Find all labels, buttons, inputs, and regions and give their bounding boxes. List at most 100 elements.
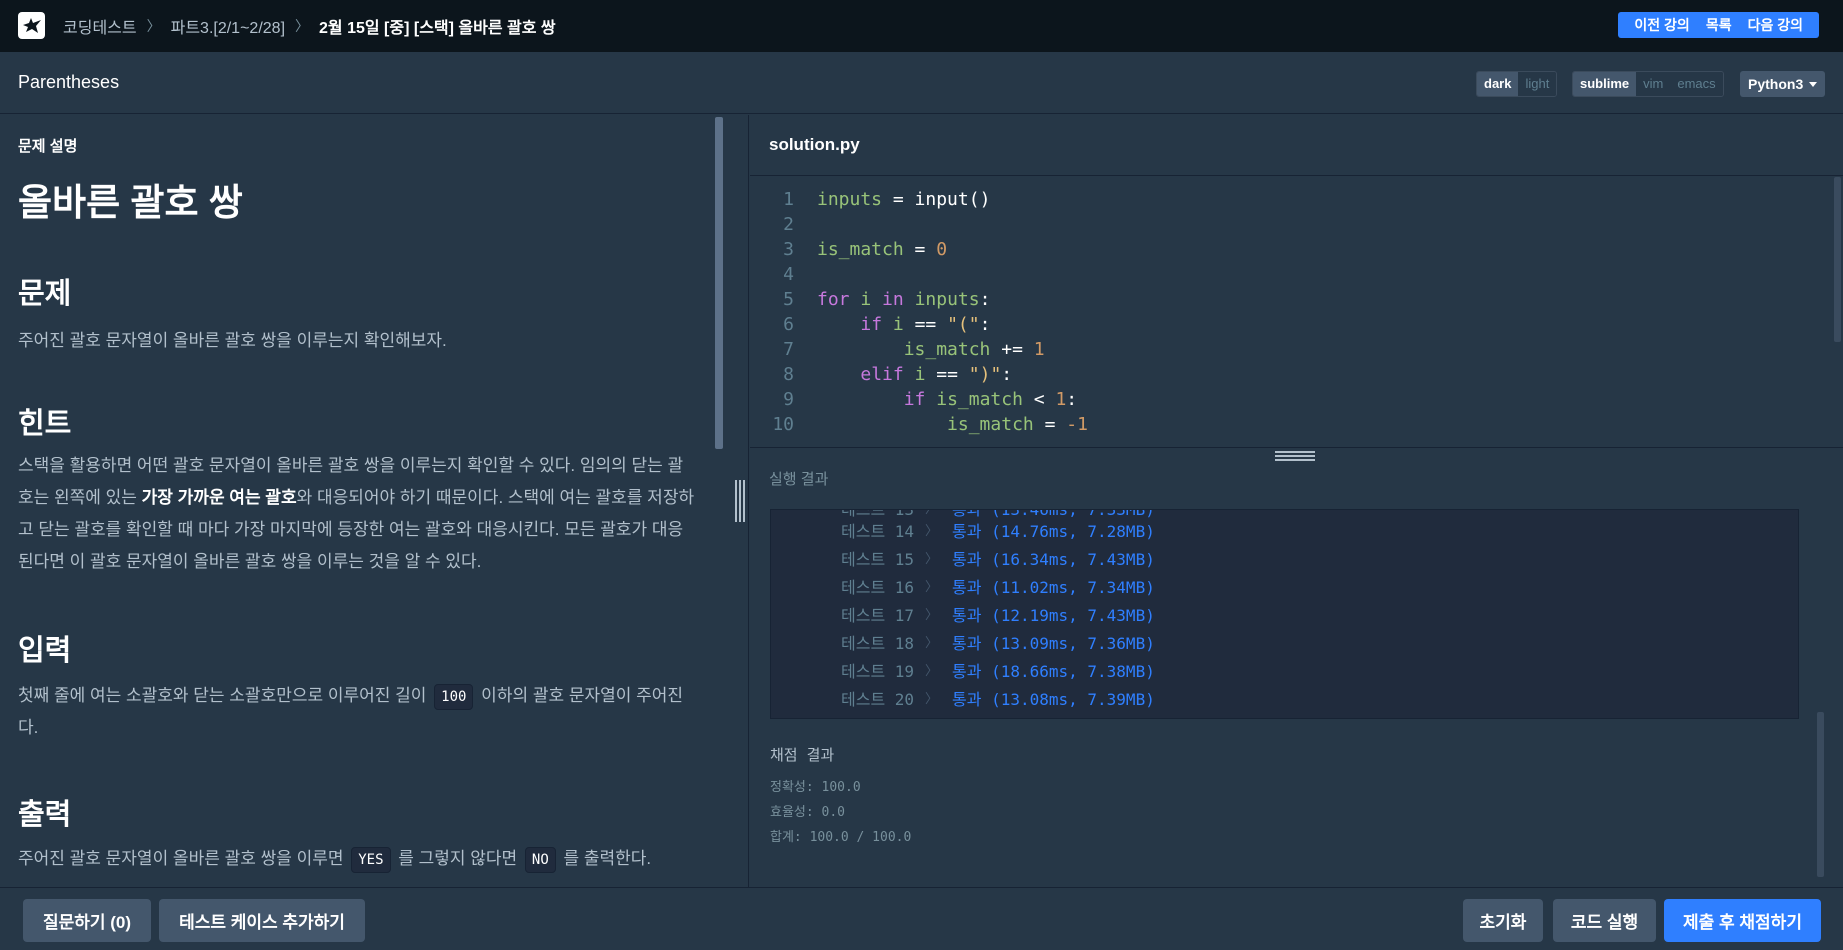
line-number: 8 (783, 364, 794, 385)
run-result-label: 실행 결과 (769, 471, 829, 488)
bottom-toolbar: 질문하기 (0) 테스트 케이스 추가하기 초기화 코드 실행 제출 후 채점하… (0, 887, 1843, 950)
chevron-right-icon: 〉 (925, 692, 939, 707)
problem-title: 올바른 괄호 쌍 (18, 182, 243, 223)
ask-question-button[interactable]: 질문하기 (0) (23, 899, 151, 942)
next-lecture-button[interactable]: 다음 강의 (1740, 15, 1811, 35)
results-scrollbar[interactable] (1817, 712, 1824, 877)
run-code-button[interactable]: 코드 실행 (1553, 899, 1656, 942)
code-line: 4 (750, 262, 1830, 287)
line-number: 3 (783, 239, 794, 260)
code-line: 9 if is_match < 1: (750, 387, 1830, 412)
lecture-nav: 이전 강의 목록 다음 강의 (1618, 12, 1819, 38)
result-row: 테스트 14 〉 통과 (14.76ms, 7.28MB) (771, 518, 1798, 546)
code-text: is_match += 1 (903, 339, 1045, 360)
chevron-right-icon: 〉 (925, 580, 939, 595)
code-line: 2 (750, 212, 1830, 237)
chevron-right-icon: 〉 (146, 18, 161, 34)
breadcrumb-part[interactable]: 파트3.[2/1~2/28] (171, 14, 285, 38)
add-testcase-button[interactable]: 테스트 케이스 추가하기 (159, 899, 365, 942)
theme-toggle: dark light (1476, 71, 1558, 97)
problem-name: Parentheses (18, 72, 120, 92)
breadcrumb-current: 2월 15일 [중] [스택] 올바른 괄호 쌍 (319, 20, 556, 37)
pane-resize-handle[interactable] (735, 480, 745, 522)
test-name: 테스트 14 (841, 522, 915, 541)
output-text-mid: 를 그렇지 않다면 (393, 849, 522, 868)
line-number: 10 (772, 414, 794, 435)
test-name: 테스트 17 (841, 606, 915, 625)
hint-text-bold: 가장 가까운 여는 괄호 (141, 488, 297, 507)
grading-total: 합계: 100.0 / 100.0 (770, 830, 912, 845)
code-line: 8 elif i == ")": (750, 362, 1830, 387)
line-number: 5 (783, 289, 794, 310)
result-row: 테스트 17 〉 통과 (12.19ms, 7.43MB) (771, 602, 1798, 630)
keymap-vim-option[interactable]: vim (1636, 72, 1671, 96)
result-row: 테스트 18 〉 통과 (13.09ms, 7.36MB) (771, 630, 1798, 658)
test-result: 통과 (18.66ms, 7.38MB) (952, 662, 1155, 681)
code-text: for i in inputs: (817, 289, 991, 310)
code-line: 5 for i in inputs: (750, 287, 1830, 312)
grading-accuracy: 정확성: 100.0 (770, 780, 861, 795)
keymap-sublime-option[interactable]: sublime (1573, 72, 1637, 96)
top-nav: 코딩테스트 〉 파트3.[2/1~2/28] 〉 2월 15일 [중] [스택]… (0, 0, 1843, 52)
code-text: inputs = input() (817, 189, 991, 210)
hint-heading: 힌트 (18, 408, 72, 440)
input-length-code: 100 (434, 684, 474, 710)
code-line: 1 inputs = input() (750, 187, 1830, 212)
line-number: 9 (783, 389, 794, 410)
editor-results-splitter[interactable]: 실행 결과 (750, 447, 1843, 509)
input-text: 첫째 줄에 여는 소괄호와 닫는 소괄호만으로 이루어진 길이 100 이하의 … (18, 680, 698, 744)
code-editor[interactable]: 1 inputs = input() 2 3 is_match = 0 4 5 for… (750, 177, 1843, 447)
test-name: 테스트 19 (841, 662, 915, 681)
keymap-emacs-option[interactable]: emacs (1670, 72, 1723, 96)
reset-button[interactable]: 초기화 (1463, 899, 1543, 942)
output-text: 주어진 괄호 문자열이 올바른 괄호 쌍을 이루면 YES 를 그렇지 않다면 … (18, 843, 698, 875)
test-result: 통과 (14.76ms, 7.28MB) (952, 522, 1155, 541)
code-line: 7 is_match += 1 (750, 337, 1830, 362)
breadcrumb-coding-test[interactable]: 코딩테스트 (63, 14, 137, 38)
editor-scrollbar[interactable] (1834, 177, 1841, 342)
output-heading: 출력 (18, 799, 72, 831)
code-text: is_match = -1 (947, 414, 1088, 435)
editor-filename: solution.py (769, 135, 860, 154)
language-select[interactable]: Python3 (1740, 71, 1825, 97)
test-result: 통과 (11.02ms, 7.34MB) (952, 578, 1155, 597)
result-row: 테스트 16 〉 통과 (11.02ms, 7.34MB) (771, 574, 1798, 602)
run-results-panel[interactable]: 테스트 13 〉 통과 (13.46ms, 7.33MB) 테스트 14 〉 통과 (1… (770, 509, 1799, 719)
problem-heading: 문제 (18, 278, 72, 310)
prev-lecture-button[interactable]: 이전 강의 (1626, 15, 1697, 35)
test-name: 테스트 18 (841, 634, 915, 653)
description-scrollbar[interactable] (715, 117, 723, 449)
test-name: 테스트 16 (841, 578, 915, 597)
line-number: 4 (783, 264, 794, 285)
breadcrumb: 코딩테스트 〉 파트3.[2/1~2/28] 〉 2월 15일 [중] [스택]… (63, 0, 556, 52)
code-text: elif i == ")": (860, 364, 1013, 385)
test-name: 테스트 20 (841, 690, 915, 709)
test-name: 테스트 15 (841, 550, 915, 569)
line-number: 6 (783, 314, 794, 335)
list-button[interactable]: 목록 (1698, 15, 1740, 35)
drag-grip-icon[interactable] (1275, 451, 1315, 463)
line-number: 2 (783, 214, 794, 235)
submit-button[interactable]: 제출 후 채점하기 (1664, 899, 1821, 942)
language-label: Python3 (1748, 76, 1804, 92)
theme-light-option[interactable]: light (1518, 72, 1557, 96)
code-line: 6 if i == "(": (750, 312, 1830, 337)
chevron-right-icon: 〉 (925, 608, 939, 623)
test-result: 통과 (12.19ms, 7.43MB) (952, 606, 1155, 625)
test-result: 통과 (13.09ms, 7.36MB) (952, 634, 1155, 653)
test-result: 통과 (16.34ms, 7.43MB) (952, 550, 1155, 569)
chevron-right-icon: 〉 (295, 18, 310, 34)
theme-dark-option[interactable]: dark (1477, 72, 1519, 96)
grading-efficiency: 효율성: 0.0 (770, 805, 846, 820)
code-line: 3 is_match = 0 (750, 237, 1830, 262)
output-text-pre: 주어진 괄호 문자열이 올바른 괄호 쌍을 이루면 (18, 849, 349, 868)
line-number: 1 (783, 189, 794, 210)
input-heading: 입력 (18, 635, 72, 667)
programmers-logo-icon[interactable] (18, 12, 45, 39)
editor-header: solution.py (750, 115, 1843, 176)
chevron-right-icon: 〉 (925, 552, 939, 567)
problem-description-pane[interactable]: 문제 설명 올바른 괄호 쌍 문제 주어진 괄호 문자열이 올바른 괄호 쌍을 … (0, 115, 749, 887)
output-text-post: 를 출력한다. (558, 849, 652, 868)
keymap-toggle: sublime vim emacs (1572, 71, 1724, 97)
result-row: 테스트 15 〉 통과 (16.34ms, 7.43MB) (771, 546, 1798, 574)
